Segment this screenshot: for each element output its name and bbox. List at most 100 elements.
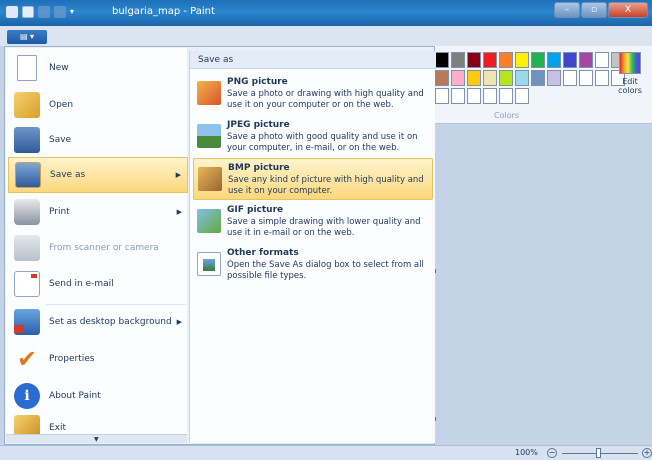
color-swatch[interactable] bbox=[483, 70, 497, 86]
option-title: GIF picture bbox=[227, 205, 284, 215]
submenu-arrow-icon: ▶ bbox=[175, 171, 181, 179]
menu-item-label: Set as desktop background bbox=[49, 317, 172, 327]
menu-item-label: Open bbox=[49, 100, 74, 110]
menu-item-set-desktop-background[interactable]: Set as desktop background ▶ bbox=[8, 304, 188, 340]
other-formats-icon bbox=[197, 252, 221, 276]
save-option-png[interactable]: PNG picture Save a photo or drawing with… bbox=[193, 73, 433, 115]
status-bar: 100% − + bbox=[0, 445, 652, 460]
new-file-icon bbox=[17, 55, 37, 81]
customize-toolbar-chevron-icon[interactable]: ▾ bbox=[70, 6, 78, 18]
zoom-out-button[interactable]: − bbox=[547, 448, 557, 458]
option-description: Open the Save As dialog box to select fr… bbox=[227, 260, 424, 281]
canvas-workspace[interactable] bbox=[430, 125, 652, 445]
menu-item-label: From scanner or camera bbox=[49, 243, 159, 253]
color-swatch[interactable] bbox=[515, 70, 529, 86]
color-swatch[interactable] bbox=[563, 70, 577, 86]
paint-app-icon[interactable] bbox=[6, 6, 18, 18]
edit-colors-button[interactable]: Edit colors bbox=[612, 52, 648, 110]
option-title: Other formats bbox=[227, 248, 299, 258]
color-swatch[interactable] bbox=[435, 88, 449, 104]
color-swatch[interactable] bbox=[451, 88, 465, 104]
email-icon bbox=[14, 271, 40, 297]
color-swatch[interactable] bbox=[435, 52, 449, 68]
zoom-in-button[interactable]: + bbox=[642, 448, 652, 458]
color-swatch[interactable] bbox=[595, 52, 609, 68]
app-menu-button[interactable]: ▤ ▾ bbox=[7, 30, 47, 44]
submenu-arrow-icon: ▶ bbox=[176, 208, 182, 216]
application-menu: New Open Save Save as ▶ Print ▶ From sca… bbox=[4, 46, 436, 445]
info-icon: i bbox=[14, 383, 40, 409]
checkmark-icon: ✔ bbox=[16, 345, 38, 373]
color-swatch[interactable] bbox=[483, 88, 497, 104]
color-swatch[interactable] bbox=[467, 52, 481, 68]
color-swatch[interactable] bbox=[579, 70, 593, 86]
submenu-header: Save as bbox=[190, 51, 436, 69]
menu-item-label: Save bbox=[49, 135, 72, 145]
jpeg-picture-icon bbox=[197, 124, 221, 148]
minimize-button[interactable]: – bbox=[554, 2, 580, 18]
window-controls: – ▫ X bbox=[554, 2, 648, 18]
color-swatch[interactable] bbox=[499, 52, 513, 68]
color-swatch[interactable] bbox=[467, 88, 481, 104]
save-option-other-formats[interactable]: Other formats Open the Save As dialog bo… bbox=[193, 244, 433, 286]
menu-item-properties[interactable]: ✔ Properties bbox=[8, 341, 188, 377]
app-menu-commands: New Open Save Save as ▶ Print ▶ From sca… bbox=[6, 48, 188, 443]
menu-item-save[interactable]: Save bbox=[8, 122, 188, 158]
menu-item-from-scanner: From scanner or camera bbox=[8, 230, 188, 266]
color-swatch[interactable] bbox=[531, 70, 545, 86]
menu-item-save-as[interactable]: Save as ▶ bbox=[8, 157, 188, 193]
color-swatch[interactable] bbox=[451, 70, 465, 86]
color-swatch[interactable] bbox=[451, 52, 465, 68]
menu-item-send-email[interactable]: Send in e-mail bbox=[8, 266, 188, 302]
color-spectrum-icon bbox=[619, 52, 641, 74]
undo-icon[interactable] bbox=[38, 6, 50, 18]
menu-item-open[interactable]: Open bbox=[8, 87, 188, 123]
color-swatch[interactable] bbox=[547, 70, 561, 86]
color-swatch[interactable] bbox=[579, 52, 593, 68]
color-swatch[interactable] bbox=[547, 52, 561, 68]
redo-icon[interactable] bbox=[54, 6, 66, 18]
option-title: PNG picture bbox=[227, 77, 288, 87]
desktop-icon bbox=[14, 309, 40, 335]
maximize-button[interactable]: ▫ bbox=[581, 2, 607, 18]
color-swatch[interactable] bbox=[483, 52, 497, 68]
save-as-icon bbox=[15, 162, 41, 188]
option-description: Save a simple drawing with lower quality… bbox=[227, 217, 421, 238]
color-swatch[interactable] bbox=[515, 88, 529, 104]
menu-item-print[interactable]: Print ▶ bbox=[8, 194, 188, 230]
option-title: JPEG picture bbox=[227, 120, 290, 130]
save-as-submenu: Save as PNG picture Save a photo or draw… bbox=[189, 51, 436, 443]
open-folder-icon bbox=[14, 92, 40, 118]
color-swatch[interactable] bbox=[563, 52, 577, 68]
close-button[interactable]: X bbox=[608, 2, 648, 18]
menu-item-about-paint[interactable]: i About Paint bbox=[8, 378, 188, 414]
color-swatch[interactable] bbox=[467, 70, 481, 86]
menu-scroll-bar[interactable]: ▼ bbox=[6, 434, 187, 443]
color-palette bbox=[435, 52, 625, 104]
color-swatch[interactable] bbox=[435, 70, 449, 86]
save-quick-icon[interactable] bbox=[22, 6, 34, 18]
title-bar: ▾ bulgaria_map - Paint – ▫ X bbox=[0, 0, 652, 26]
save-option-jpeg[interactable]: JPEG picture Save a photo with good qual… bbox=[193, 116, 433, 158]
option-title: BMP picture bbox=[228, 163, 290, 173]
option-description: Save a photo with good quality and use i… bbox=[227, 132, 418, 153]
save-option-bmp[interactable]: BMP picture Save any kind of picture wit… bbox=[193, 158, 433, 200]
bmp-picture-icon bbox=[198, 167, 222, 191]
zoom-slider-thumb[interactable] bbox=[596, 448, 601, 458]
menu-item-new[interactable]: New bbox=[8, 50, 188, 86]
color-swatch[interactable] bbox=[515, 52, 529, 68]
color-swatch[interactable] bbox=[499, 70, 513, 86]
option-description: Save a photo or drawing with high qualit… bbox=[227, 89, 424, 110]
png-picture-icon bbox=[197, 81, 221, 105]
menu-item-label: New bbox=[49, 63, 69, 73]
save-option-gif[interactable]: GIF picture Save a simple drawing with l… bbox=[193, 201, 433, 243]
colors-group-label: Colors bbox=[494, 111, 520, 120]
chevron-down-icon: ▼ bbox=[94, 436, 99, 443]
submenu-arrow-icon: ▶ bbox=[176, 318, 182, 326]
color-swatch[interactable] bbox=[595, 70, 609, 86]
color-swatch[interactable] bbox=[499, 88, 513, 104]
color-swatch[interactable] bbox=[531, 52, 545, 68]
gif-picture-icon bbox=[197, 209, 221, 233]
menu-item-label: Send in e-mail bbox=[49, 279, 114, 289]
option-description: Save any kind of picture with high quali… bbox=[228, 175, 424, 196]
